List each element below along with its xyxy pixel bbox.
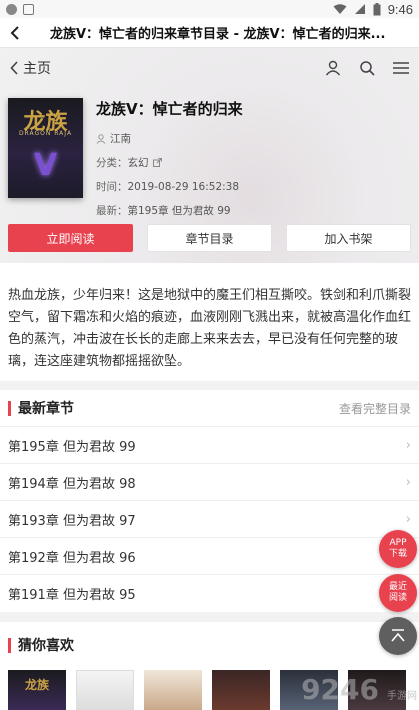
external-link-icon[interactable]: [152, 158, 162, 167]
latest-section-header: 最新章节 查看完整目录: [0, 390, 419, 426]
user-icon[interactable]: [325, 60, 341, 76]
download-label: 下载: [388, 549, 407, 559]
book-intro: 热血龙族，少年归来！这是地狱中的魔王们相互撕咬。铁剑和利爪撕裂空气，留下霜冻和火…: [0, 263, 419, 381]
app-label: APP: [389, 538, 407, 548]
chevron-right-icon: ›: [405, 437, 411, 453]
chapter-list-button[interactable]: 章节目录: [147, 224, 272, 252]
category-value[interactable]: 玄幻: [128, 155, 149, 170]
app-download-button[interactable]: APP 下载: [379, 530, 417, 568]
chevron-right-icon: ›: [405, 511, 411, 527]
recommend-section-title: 猜你喜欢: [18, 638, 74, 654]
read-now-button[interactable]: 立即阅读: [8, 224, 133, 252]
section-marker: [8, 400, 11, 416]
view-full-toc-link[interactable]: 查看完整目录: [339, 400, 411, 417]
chapter-item[interactable]: 第191章 但为君故 95: [0, 574, 419, 611]
author-icon: [96, 133, 106, 144]
action-buttons: 立即阅读 章节目录 加入书架: [8, 224, 411, 252]
chapter-title: 第195章 但为君故 99: [8, 439, 136, 455]
chapter-title: 第191章 但为君故 95: [8, 587, 136, 603]
watermark-text: 手游网: [387, 691, 417, 702]
author-row: 江南: [96, 131, 406, 146]
page-title: 龙族V：悼亡者的归来章节目录 - 龙族V：悼亡者的归来...: [50, 27, 386, 42]
chapter-item[interactable]: 第194章 但为君故 98 ›: [0, 463, 419, 500]
category-row: 分类： 玄幻: [96, 155, 406, 170]
chapter-title: 第192章 但为君故 96: [8, 550, 136, 566]
arrow-up-icon: [391, 629, 405, 642]
recent-reading-button[interactable]: 最近 阅读: [379, 574, 417, 612]
chapter-item[interactable]: 第195章 但为君故 99 ›: [0, 426, 419, 463]
home-label: 主页: [23, 61, 51, 77]
chevron-right-icon: ›: [405, 474, 411, 490]
reading-label: 阅读: [388, 593, 407, 603]
latest-chapters-section: 最新章节 查看完整目录 第195章 但为君故 99 › 第194章 但为君故 9…: [0, 390, 419, 612]
add-to-shelf-button[interactable]: 加入书架: [286, 224, 411, 252]
latest-section-title: 最新章节: [18, 401, 74, 417]
site-nav: 主页: [0, 48, 419, 88]
app-notification-icon: [6, 3, 17, 15]
search-icon[interactable]: [359, 60, 375, 76]
arrow-left-icon: [10, 25, 19, 40]
signal-icon: [354, 4, 365, 14]
time-row: 时间： 2019-08-29 16:52:38: [96, 179, 406, 194]
recommend-section-header: 猜你喜欢: [0, 622, 419, 668]
recommend-book-cover[interactable]: 龙族: [8, 670, 66, 710]
chapter-item[interactable]: 第192章 但为君故 96: [0, 537, 419, 574]
webview-title-bar: 龙族V：悼亡者的归来章节目录 - 龙族V：悼亡者的归来...: [0, 18, 419, 48]
recent-label: 最近: [388, 582, 407, 592]
latest-chapter-link[interactable]: 第195章 但为君故 99: [128, 203, 231, 218]
screenshot-notification-icon: [23, 3, 34, 15]
latest-label: 最新：: [96, 205, 128, 217]
book-header: 主页 龙族 DRAGON RAJA V 龙族V：悼亡者的归来 江南 分类： 玄幻…: [0, 48, 419, 263]
section-marker: [8, 637, 11, 653]
watermark-logo: 9246: [301, 673, 379, 706]
chapter-item[interactable]: 第193章 但为君故 97 ›: [0, 500, 419, 537]
back-to-top-button[interactable]: [379, 617, 417, 655]
category-label: 分类：: [96, 157, 128, 169]
home-link[interactable]: 主页: [10, 58, 51, 78]
cover-v-text: V: [33, 148, 58, 183]
recommend-book-cover[interactable]: [144, 670, 202, 710]
latest-row: 最新： 第195章 但为君故 99: [96, 203, 406, 218]
status-bar: 9:46: [0, 0, 419, 18]
time-label: 时间：: [96, 181, 128, 193]
book-info: 龙族V：悼亡者的归来 江南 分类： 玄幻 时间： 2019-08-29 16:5…: [96, 98, 406, 218]
author-name[interactable]: 江南: [110, 131, 131, 146]
cover-subtitle-text: DRAGON RAJA: [18, 130, 73, 137]
book-title: 龙族V：悼亡者的归来: [96, 100, 243, 118]
wifi-icon: [333, 4, 347, 14]
battery-icon: [373, 2, 381, 15]
recommend-book-cover[interactable]: [76, 670, 134, 710]
back-button[interactable]: [0, 25, 30, 40]
recommend-book-cover[interactable]: [212, 670, 270, 710]
chapter-title: 第193章 但为君故 97: [8, 513, 136, 529]
cover-title-text: 龙族: [24, 678, 49, 692]
chevron-left-icon: [10, 61, 18, 75]
time-value: 2019-08-29 16:52:38: [127, 180, 240, 193]
clock: 9:46: [387, 1, 413, 17]
chapter-title: 第194章 但为君故 98: [8, 476, 136, 492]
book-cover[interactable]: 龙族 DRAGON RAJA V: [8, 98, 83, 198]
menu-icon[interactable]: [393, 61, 409, 75]
